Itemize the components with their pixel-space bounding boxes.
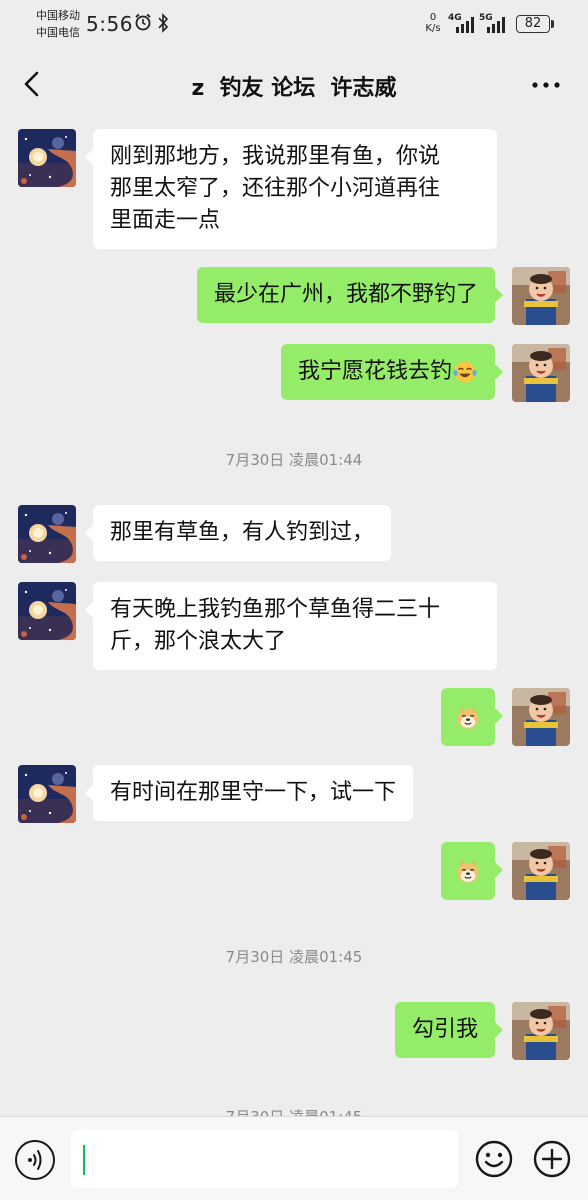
voice-icon — [28, 1150, 42, 1170]
my-avatar[interactable] — [512, 267, 570, 325]
status-time: 5:56 — [86, 12, 133, 36]
battery-indicator: 82 — [516, 15, 550, 33]
contact-avatar[interactable] — [18, 765, 76, 823]
outgoing-message-bubble[interactable]: 最少在广州，我都不野钓了 — [196, 267, 504, 323]
outgoing-sticker-bubble[interactable] — [441, 688, 503, 746]
message-timestamp: 7月30日 凌晨01:44 — [225, 451, 363, 469]
carrier-1: 中国移动 — [36, 9, 80, 22]
my-avatar[interactable] — [512, 688, 570, 746]
net-speed: 0 K/s — [422, 12, 444, 34]
incoming-message-bubble[interactable]: 那里有草鱼，有人钓到过， — [84, 505, 392, 561]
battery-tip — [551, 20, 554, 28]
bluetooth-icon — [158, 13, 169, 33]
outgoing-message-bubble[interactable]: 勾引我 — [394, 1002, 504, 1058]
message-text-line: 斤，那个浪太大了 — [110, 629, 287, 654]
message-timestamp: 7月30日 凌晨01:45 — [225, 948, 363, 966]
contact-avatar[interactable] — [18, 582, 76, 640]
signal-bars-icon — [456, 17, 474, 33]
message-text: 勾引我 — [411, 1017, 478, 1042]
incoming-message-bubble[interactable]: 刚到那地方，我说那里有鱼，你说 那里太窄了，还往那个小河道再往 里面走一点 — [85, 129, 497, 249]
signal-4g: 4G — [448, 13, 474, 34]
incoming-message-bubble[interactable]: 有时间在那里守一下，试一下 — [84, 765, 414, 821]
net-speed-value: 0 — [429, 12, 437, 23]
message-text: 我宁愿花钱去钓 — [297, 359, 452, 384]
message-text: 最少在广州，我都不野钓了 — [213, 282, 478, 307]
plus-button-icon[interactable] — [532, 1139, 572, 1179]
more-options-icon[interactable] — [530, 80, 562, 90]
voice-input-button[interactable] — [15, 1140, 55, 1180]
outgoing-message-bubble[interactable]: 我宁愿花钱去钓 — [280, 344, 504, 400]
message-text: 有时间在那里守一下，试一下 — [110, 780, 397, 805]
incoming-message-bubble[interactable]: 有天晚上我钓鱼那个草鱼得二三十 斤，那个浪太大了 — [85, 582, 497, 670]
text-cursor — [83, 1145, 85, 1175]
message-list[interactable]: 刚到那地方，我说那里有鱼，你说 那里太窄了，还往那个小河道再往 里面走一点 最少… — [0, 118, 588, 1116]
emoji-button-icon[interactable] — [474, 1139, 514, 1179]
tears-of-joy-emoji-icon — [452, 359, 478, 385]
signal-bars-icon — [487, 17, 505, 33]
carrier-2: 中国电信 — [36, 26, 80, 39]
signal-5g: 5G — [479, 13, 505, 34]
alarm-icon — [135, 13, 151, 31]
contact-avatar[interactable] — [18, 129, 76, 187]
my-avatar[interactable] — [512, 344, 570, 402]
status-bar: 中国移动 中国电信 5:56 0 K/s 4G 5G 82 — [0, 0, 588, 50]
message-text-line: 有天晚上我钓鱼那个草鱼得二三十 — [110, 597, 441, 622]
input-bar — [0, 1116, 588, 1200]
message-text: 那里有草鱼，有人钓到过， — [110, 520, 375, 545]
net-speed-unit: K/s — [425, 23, 441, 34]
contact-avatar[interactable] — [18, 505, 76, 563]
doge-emoji-icon — [455, 705, 481, 731]
my-avatar[interactable] — [512, 1002, 570, 1060]
doge-emoji-icon — [455, 859, 481, 885]
message-text-line: 刚到那地方，我说那里有鱼，你说 — [110, 144, 441, 169]
message-text-line: 那里太窄了，还往那个小河道再往 — [110, 176, 441, 201]
message-timestamp: 7月30日 凌晨01:45 — [0, 1106, 588, 1116]
message-text-line: 里面走一点 — [110, 208, 221, 233]
message-input[interactable] — [71, 1130, 458, 1188]
my-avatar[interactable] — [512, 842, 570, 900]
outgoing-sticker-bubble[interactable] — [441, 842, 503, 900]
chat-header: z 钓友 论坛 许志威 — [0, 50, 588, 118]
chat-title: z 钓友 论坛 许志威 — [191, 76, 397, 101]
